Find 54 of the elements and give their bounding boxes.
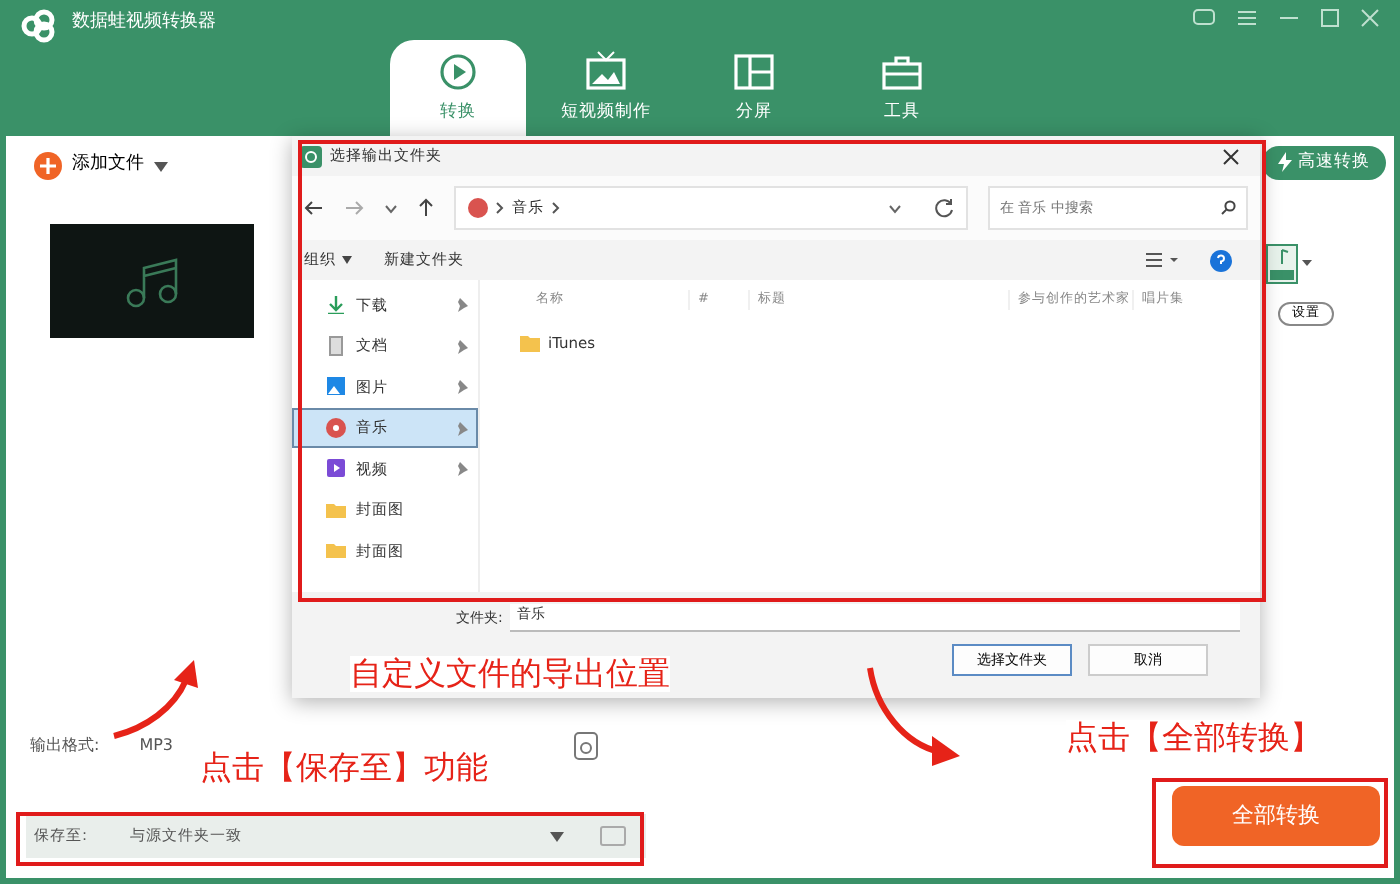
- folder-icon[interactable]: [600, 826, 626, 846]
- audio-format-icon[interactable]: [1266, 244, 1314, 284]
- folder-icon: [520, 335, 540, 352]
- plus-icon: [34, 152, 62, 180]
- pin-icon[interactable]: [454, 421, 468, 435]
- back-arrow-icon[interactable]: [304, 200, 324, 216]
- lightning-icon: [1278, 152, 1292, 173]
- download-icon: [326, 294, 346, 315]
- music-note-icon: [124, 255, 180, 307]
- chevron-right-icon: [552, 202, 560, 214]
- tv-icon: [584, 50, 628, 95]
- play-circle-icon: [436, 50, 480, 95]
- caret-icon[interactable]: [550, 831, 564, 841]
- view-list-icon[interactable]: [1146, 252, 1178, 268]
- search-icon: [1220, 200, 1236, 216]
- caret-icon: [154, 161, 168, 171]
- nav-tab[interactable]: 转换: [390, 40, 526, 136]
- app-title: 数据蛙视频转换器: [72, 10, 216, 36]
- close-icon[interactable]: [1222, 147, 1240, 165]
- help-icon[interactable]: [1210, 249, 1232, 271]
- nav-tab[interactable]: 工具: [834, 40, 970, 136]
- up-arrow-icon[interactable]: [418, 198, 434, 218]
- folder-icon: [326, 499, 346, 520]
- annotation-text: 点击【保存至】功能: [200, 750, 488, 786]
- chevron-down-icon[interactable]: [384, 203, 398, 213]
- output-format-value[interactable]: MP3: [139, 734, 174, 758]
- refresh-icon[interactable]: [934, 198, 954, 218]
- video-icon: [326, 458, 346, 479]
- output-format-label: 输出格式:: [30, 734, 100, 758]
- settings-icon[interactable]: [573, 732, 598, 760]
- chevron-down-icon[interactable]: [888, 203, 902, 213]
- caret-icon: [342, 256, 352, 264]
- chat-icon[interactable]: [1192, 8, 1216, 28]
- fast-convert-button[interactable]: 高速转换: [1262, 146, 1386, 180]
- add-file-button[interactable]: 添加文件: [34, 152, 168, 180]
- annotation-text: 自定义文件的导出位置: [350, 656, 670, 692]
- pin-icon[interactable]: [454, 298, 468, 312]
- picture-icon: [326, 376, 346, 397]
- nav-tab[interactable]: 分屏: [686, 40, 822, 136]
- menu-icon[interactable]: [1236, 8, 1258, 28]
- toolbox-icon: [880, 50, 924, 95]
- pin-icon[interactable]: [454, 380, 468, 394]
- pin-icon[interactable]: [454, 462, 468, 476]
- app-logo-icon: [20, 8, 56, 44]
- chevron-right-icon: [496, 202, 504, 214]
- curved-arrow: [864, 664, 964, 768]
- folder-icon: [326, 540, 346, 561]
- pin-icon[interactable]: [454, 339, 468, 353]
- app-logo-icon: [300, 145, 322, 167]
- document-icon: [326, 335, 346, 356]
- forward-arrow-icon[interactable]: [344, 200, 364, 216]
- nav-tab[interactable]: 短视频制作: [538, 40, 674, 136]
- maximize-icon[interactable]: [1320, 8, 1340, 28]
- split-screen-icon: [732, 50, 776, 95]
